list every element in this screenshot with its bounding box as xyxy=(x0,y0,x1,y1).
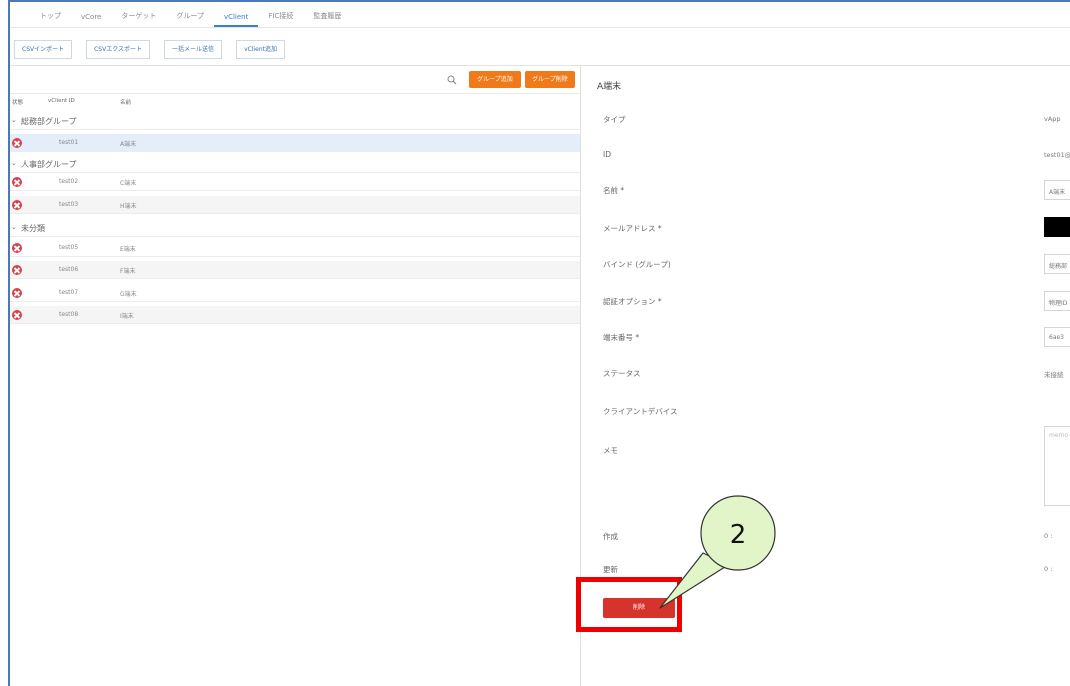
disconnected-status-icon xyxy=(12,265,22,275)
search-bar: グループ追加 グループ削除 xyxy=(10,70,580,94)
csv-import-button[interactable]: CSVインポート xyxy=(14,40,73,59)
add-vclient-button[interactable]: vClient追加 xyxy=(236,40,285,59)
vclient-id-cell: test08 xyxy=(59,311,79,318)
disconnected-status-icon xyxy=(12,243,22,253)
toolbar: CSVインポート CSVエクスポート 一括メール送信 vClient追加 xyxy=(10,40,1070,62)
bind-group-select[interactable]: 総務部 xyxy=(1044,254,1070,274)
bind-group-label: バインド (グループ) xyxy=(603,260,671,269)
disconnected-status-icon xyxy=(12,310,22,320)
status-value: 未接続 xyxy=(1044,371,1064,379)
id-value: test01@ xyxy=(1044,151,1070,159)
email-label: メールアドレス * xyxy=(603,224,662,233)
search-icon[interactable] xyxy=(447,75,457,85)
disconnected-status-icon xyxy=(12,138,22,148)
vclient-name-cell: C端末 xyxy=(120,180,137,187)
group-label: 人事部グループ xyxy=(21,160,77,169)
chevron-down-icon[interactable]: ⌄ xyxy=(11,159,17,167)
vclient-id-cell: test06 xyxy=(59,266,79,273)
app-window: トップ vCore ターゲット グループ vClient FIC接続 監査履歴 … xyxy=(8,0,1070,686)
tab-audit[interactable]: 監査履歴 xyxy=(303,11,351,27)
column-status[interactable]: 状態 xyxy=(12,98,23,106)
auth-option-label: 認証オプション * xyxy=(603,297,662,306)
column-name[interactable]: 名前 xyxy=(120,98,131,106)
group-label: 総務部グループ xyxy=(21,117,77,126)
vclient-name-cell: E端末 xyxy=(120,246,136,253)
tab-target[interactable]: ターゲット xyxy=(111,11,166,27)
name-field[interactable]: A端末 xyxy=(1044,180,1070,200)
id-label: ID xyxy=(603,150,611,159)
column-vclient-id[interactable]: vClient ID xyxy=(48,98,75,104)
table-row[interactable]: test06 F端末 xyxy=(10,261,580,279)
vclient-id-cell: test02 xyxy=(59,178,79,185)
tab-vclient[interactable]: vClient xyxy=(213,13,259,27)
search-input[interactable] xyxy=(10,72,460,90)
serial-number-field[interactable]: 6ae3 xyxy=(1044,327,1070,347)
vclient-name-cell: G端末 xyxy=(120,291,137,298)
vclient-id-cell: test07 xyxy=(59,289,79,296)
csv-export-button[interactable]: CSVエクスポート xyxy=(86,40,151,59)
table-row[interactable]: test08 I端末 xyxy=(10,306,580,324)
group-row[interactable]: ⌄ 人事部グループ xyxy=(10,155,580,173)
auth-option-select[interactable]: 物理ID xyxy=(1044,291,1070,311)
tab-group[interactable]: グループ xyxy=(166,11,214,27)
name-label: 名前 * xyxy=(603,186,625,195)
status-label: ステータス xyxy=(603,369,641,378)
vclient-list-panel: グループ追加 グループ削除 状態 vClient ID 名前 ⌄ 総務部グループ… xyxy=(10,66,580,686)
table-row[interactable]: test02 C端末 xyxy=(10,173,580,191)
table-row[interactable]: test03 H端末 xyxy=(10,196,580,214)
email-field[interactable] xyxy=(1044,217,1070,237)
chevron-down-icon[interactable]: ⌄ xyxy=(11,116,17,124)
vclient-id-cell: test03 xyxy=(59,201,79,208)
disconnected-status-icon xyxy=(12,177,22,187)
table-row[interactable]: test07 G端末 xyxy=(10,284,580,302)
detail-title: A端末 xyxy=(597,82,622,92)
serial-number-label: 端末番号 * xyxy=(603,333,640,342)
memo-label: メモ xyxy=(603,446,618,455)
vclient-name-cell: F端末 xyxy=(120,268,136,275)
type-value: vApp xyxy=(1044,115,1061,123)
table-row[interactable]: test01 A端末 xyxy=(10,134,580,152)
disconnected-status-icon xyxy=(12,288,22,298)
updated-label: 更新 xyxy=(603,565,618,574)
updated-value: 0 : xyxy=(1044,565,1053,573)
chevron-down-icon[interactable]: ⌄ xyxy=(11,223,17,231)
vclient-name-cell: H端末 xyxy=(120,203,137,210)
type-label: タイプ xyxy=(603,115,626,124)
vclient-name-cell: I端末 xyxy=(120,313,134,320)
group-add-button[interactable]: グループ追加 xyxy=(469,71,521,88)
client-device-label: クライアントデバイス xyxy=(603,407,678,416)
table-row[interactable]: test05 E端末 xyxy=(10,239,580,257)
vclient-name-cell: A端末 xyxy=(120,141,137,148)
top-nav: トップ vCore ターゲット グループ vClient FIC接続 監査履歴 xyxy=(10,2,1070,28)
vclient-id-cell: test01 xyxy=(59,139,79,146)
highlight-box xyxy=(576,577,682,632)
created-value: 0 : xyxy=(1044,532,1053,540)
vclient-id-cell: test05 xyxy=(59,244,79,251)
disconnected-status-icon xyxy=(12,200,22,210)
group-delete-button[interactable]: グループ削除 xyxy=(525,71,575,88)
tab-vcore[interactable]: vCore xyxy=(71,13,111,27)
tab-top[interactable]: トップ xyxy=(30,11,71,27)
memo-textarea[interactable]: memo xyxy=(1044,426,1070,506)
group-label: 未分類 xyxy=(21,224,45,233)
group-row[interactable]: ⌄ 未分類 xyxy=(10,219,580,237)
group-row[interactable]: ⌄ 総務部グループ xyxy=(10,112,580,130)
tab-fic[interactable]: FIC接続 xyxy=(258,11,303,27)
bulk-mail-button[interactable]: 一括メール送信 xyxy=(164,40,223,59)
created-label: 作成 xyxy=(603,532,618,541)
